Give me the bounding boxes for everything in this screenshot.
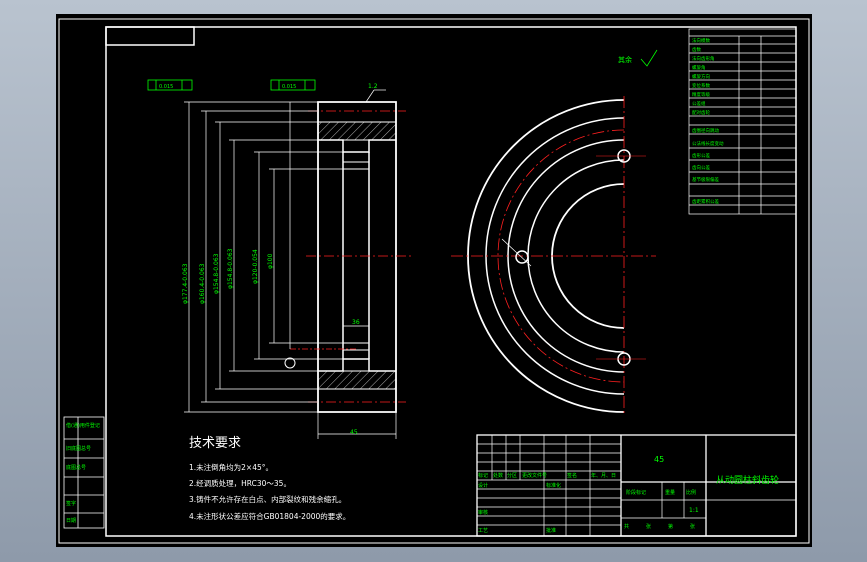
tb-label-17: 张 bbox=[690, 523, 695, 530]
rim-bottom bbox=[317, 370, 397, 390]
param-row-13: 基节极限偏差 bbox=[692, 176, 719, 183]
tech-req-title: 技术要求 bbox=[189, 436, 241, 451]
param-row-11: 齿形公差 bbox=[692, 152, 710, 159]
tech-req-item-2: 3.铸件不允许存在白点、内部裂纹和残余缩孔。 bbox=[189, 494, 346, 504]
tb-label-13: 比例 bbox=[686, 489, 696, 496]
param-row-8: 配对齿轮 bbox=[692, 109, 710, 116]
dim-d1: φ177.4-0.063 bbox=[182, 263, 189, 304]
tb-label-8: 审核 bbox=[478, 509, 488, 516]
code-box bbox=[105, 26, 195, 46]
tb-label-11: 阶段标记 bbox=[626, 489, 646, 496]
tb-label-2: 分区 bbox=[507, 472, 517, 479]
dim-width: 45 bbox=[350, 429, 358, 436]
param-row-1: 齿数 bbox=[692, 46, 701, 53]
tb-label-16: 第 bbox=[668, 523, 673, 530]
tb-label-4: 签名 bbox=[567, 472, 577, 479]
tech-req-item-1: 2.经调质处理，HRC30～35。 bbox=[189, 478, 291, 488]
tb-label-7: 标准化 bbox=[546, 482, 561, 489]
param-row-14: 齿距累积公差 bbox=[692, 198, 719, 205]
cad-drawing: 借(通)用件登记 旧底图总号 底图总号 签字 日期 φ177.4-0.063 φ… bbox=[58, 18, 810, 544]
tol-value-2: 0.015 bbox=[282, 84, 296, 90]
dim-chamfer: 1.2 bbox=[368, 83, 378, 90]
param-row-10: 公法线长度变动 bbox=[692, 140, 724, 147]
surface-finish-icon bbox=[640, 49, 658, 67]
tb-label-10: 批准 bbox=[546, 527, 556, 534]
section-view bbox=[290, 101, 411, 413]
tb-label-5: 年、月、日 bbox=[591, 472, 616, 479]
tb-label-0: 标记 bbox=[478, 472, 488, 479]
tb-label-1: 处数 bbox=[493, 472, 503, 479]
tb-label-9: 工艺 bbox=[478, 528, 488, 534]
side-table bbox=[63, 416, 105, 529]
dim-d2: φ160.4-0.063 bbox=[199, 263, 206, 304]
tb-material: 45 bbox=[654, 455, 664, 464]
surface-finish-note: 其余 bbox=[618, 55, 632, 64]
gear-body bbox=[317, 101, 397, 413]
rim-top bbox=[317, 121, 397, 141]
side-row-1: 旧底图总号 bbox=[66, 445, 91, 452]
param-row-4: 螺旋方向 bbox=[692, 73, 710, 80]
dim-d3b: φ154.8-0.063 bbox=[227, 248, 234, 289]
tb-label-6: 设计 bbox=[478, 482, 488, 489]
dim-d3: φ154.8-0.063 bbox=[213, 253, 220, 294]
tb-scale: 1:1 bbox=[689, 507, 699, 514]
drawing-sheet: 借(通)用件登记 旧底图总号 底图总号 签字 日期 φ177.4-0.063 φ… bbox=[56, 14, 812, 547]
tb-label-3: 更改文件号 bbox=[522, 472, 547, 479]
side-row-0: 借(通)用件登记 bbox=[66, 422, 100, 429]
tech-req-item-0: 1.未注倒角均为2×45°。 bbox=[189, 462, 273, 472]
tb-label-14: 共 bbox=[624, 523, 629, 530]
param-row-12: 齿向公差 bbox=[692, 164, 710, 171]
param-row-5: 变位系数 bbox=[692, 82, 710, 89]
param-row-6: 精度等级 bbox=[692, 91, 710, 98]
tb-label-15: 张 bbox=[646, 523, 651, 530]
side-row-3: 签字 bbox=[66, 500, 76, 507]
tol-value-1: 0.015 bbox=[159, 84, 173, 90]
tech-req-item-3: 4.未注形状公差应符合GB01804-2000的要求。 bbox=[189, 511, 350, 521]
dim-d4: φ120-0.054 bbox=[252, 249, 259, 284]
param-row-2: 法向齿形角 bbox=[692, 55, 715, 62]
param-row-9: 齿圈径向跳动 bbox=[692, 127, 719, 134]
tb-label-12: 重量 bbox=[665, 489, 675, 496]
param-row-7: 公差组 bbox=[692, 100, 706, 107]
dim-hub: 36 bbox=[352, 319, 360, 326]
tech-requirements: 技术要求 1.未注倒角均为2×45°。 2.经调质处理，HRC30～35。 3.… bbox=[189, 436, 350, 521]
param-row-0: 法向模数 bbox=[692, 37, 710, 44]
param-row-3: 螺旋角 bbox=[692, 64, 706, 71]
tb-part-name: 从动圆柱斜齿轮 bbox=[716, 474, 779, 486]
front-view bbox=[451, 96, 656, 416]
dim-d5: φ100 bbox=[267, 253, 274, 269]
side-row-2: 底图总号 bbox=[66, 464, 86, 471]
side-row-4: 日期 bbox=[66, 518, 76, 524]
